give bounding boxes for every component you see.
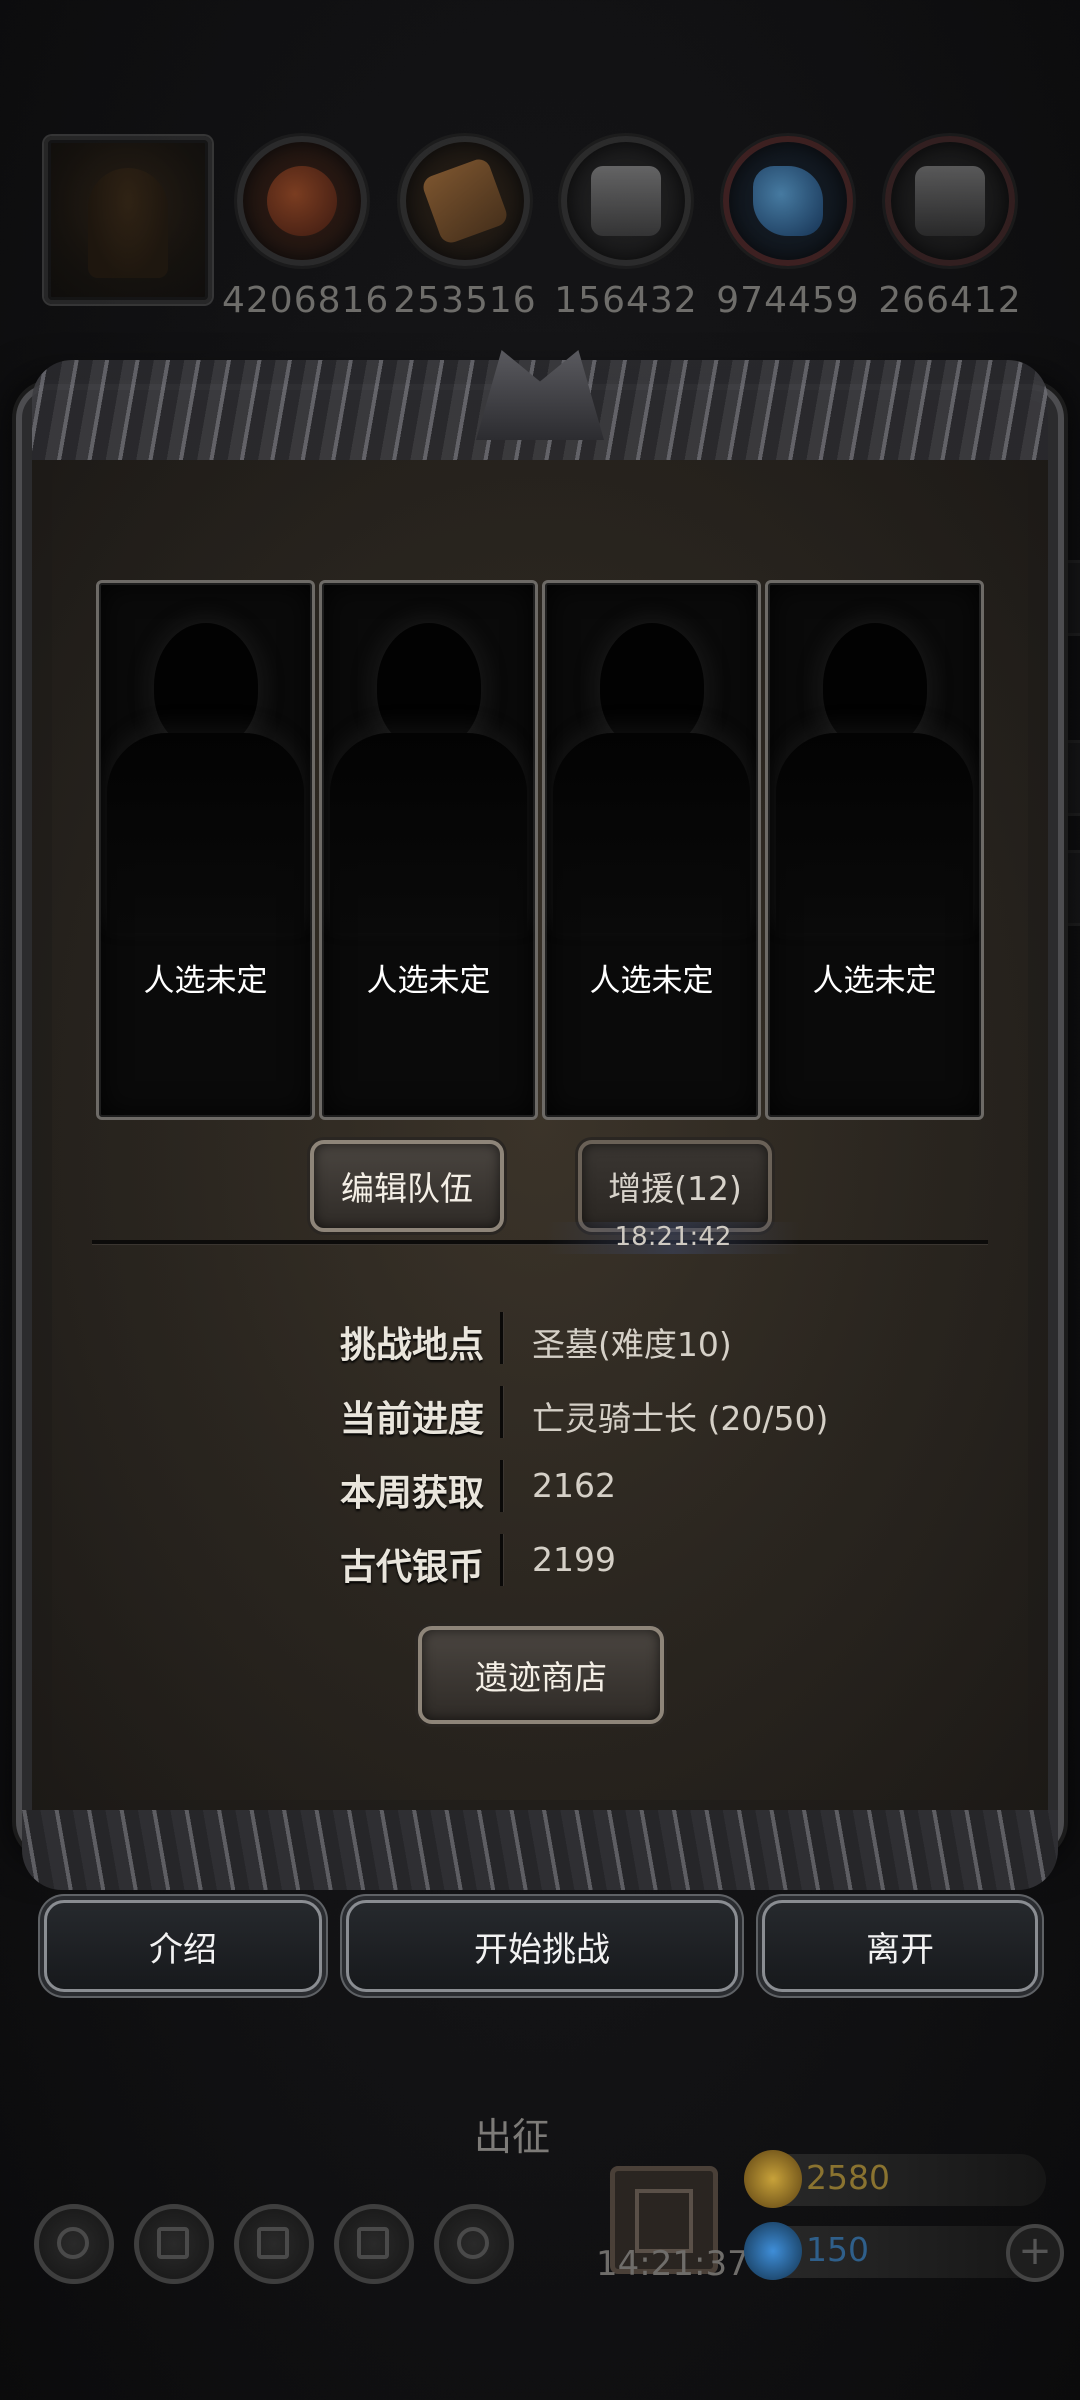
leave-button[interactable]: 离开: [762, 1900, 1038, 1992]
challenge-info: 挑战地点 圣墓(难度10) 当前进度 亡灵骑士长 (20/50) 本周获取 21…: [132, 1306, 932, 1602]
gift-timer: 14:21:37: [596, 2244, 749, 2284]
star-icon: [134, 2204, 214, 2284]
reinforce-timer: 18:21:42: [546, 1222, 800, 1254]
info-row-location: 挑战地点 圣墓(难度10): [132, 1306, 932, 1380]
side-tab: [1056, 850, 1080, 926]
resource-crystal: 974459: [708, 136, 868, 321]
meat-icon: [267, 166, 337, 236]
add-currency-button: +: [1006, 2224, 1064, 2282]
guild-icon: [434, 2204, 514, 2284]
resource-value: 266412: [878, 280, 1022, 321]
info-value: 亡灵骑士长 (20/50): [532, 1399, 829, 1438]
info-key: 本周获取: [339, 1473, 484, 1514]
hero-avatar[interactable]: [44, 136, 212, 304]
intro-button[interactable]: 介绍: [44, 1900, 322, 1992]
gear-icon: [34, 2204, 114, 2284]
silhouette-icon: [376, 623, 481, 749]
hero-slot[interactable]: 人选未定: [319, 580, 538, 1120]
hero-slot[interactable]: 人选未定: [542, 580, 761, 1120]
challenge-panel: 人选未定 人选未定 人选未定 人选未定 编辑队伍 增援(12) 18:21:42…: [22, 350, 1058, 1890]
start-challenge-button[interactable]: 开始挑战: [346, 1900, 738, 1992]
reinforce-button[interactable]: 增援(12): [578, 1140, 772, 1232]
slot-label: 人选未定: [589, 963, 714, 999]
resource-value: 156432: [554, 280, 698, 321]
hero-slot[interactable]: 人选未定: [765, 580, 984, 1120]
info-row-progress: 当前进度 亡灵骑士长 (20/50): [132, 1380, 932, 1454]
expedition-label: 出征: [474, 2115, 551, 2159]
iron-icon: [915, 166, 985, 236]
side-tab: [1056, 740, 1080, 816]
hero-slots: 人选未定 人选未定 人选未定 人选未定: [96, 580, 984, 1120]
resource-value: 974459: [716, 280, 860, 321]
info-key: 当前进度: [339, 1399, 484, 1440]
crystal-icon: [753, 166, 823, 236]
wood-icon: [420, 156, 510, 246]
panel-ornament-bottom: [22, 1810, 1058, 1890]
hero-icon: [234, 2204, 314, 2284]
gold-value: 2580: [806, 2158, 890, 2197]
info-row-weekly: 本周获取 2162: [132, 1454, 932, 1528]
resource-iron: 266412: [870, 136, 1030, 321]
resource-value: 253516: [393, 280, 537, 321]
slot-label: 人选未定: [812, 963, 937, 999]
silhouette-icon: [822, 623, 927, 749]
divider: [92, 1240, 988, 1244]
resource-value: 4206816: [222, 280, 390, 321]
info-value: 2162: [532, 1466, 616, 1505]
hero-slot[interactable]: 人选未定: [96, 580, 315, 1120]
resource-meat: 4206816: [222, 136, 390, 321]
info-value: 2199: [532, 1540, 616, 1579]
mail-icon: [334, 2204, 414, 2284]
slot-label: 人选未定: [366, 963, 491, 999]
silhouette-icon: [599, 623, 704, 749]
slot-label: 人选未定: [143, 963, 268, 999]
side-tab: [1056, 560, 1080, 636]
resource-stone: 156432: [546, 136, 706, 321]
info-row-coins: 古代银币 2199: [132, 1528, 932, 1602]
edit-team-button[interactable]: 编辑队伍: [310, 1140, 504, 1232]
ruins-shop-button[interactable]: 遗迹商店: [418, 1626, 664, 1724]
silhouette-icon: [153, 623, 258, 749]
info-value: 圣墓(难度10): [532, 1325, 732, 1364]
gem-value: 150: [806, 2230, 869, 2269]
resource-wood: 253516: [385, 136, 545, 321]
gold-icon: [744, 2150, 802, 2208]
info-key: 古代银币: [339, 1547, 484, 1588]
info-key: 挑战地点: [339, 1325, 484, 1366]
stone-icon: [591, 166, 661, 236]
gem-icon: [744, 2222, 802, 2280]
